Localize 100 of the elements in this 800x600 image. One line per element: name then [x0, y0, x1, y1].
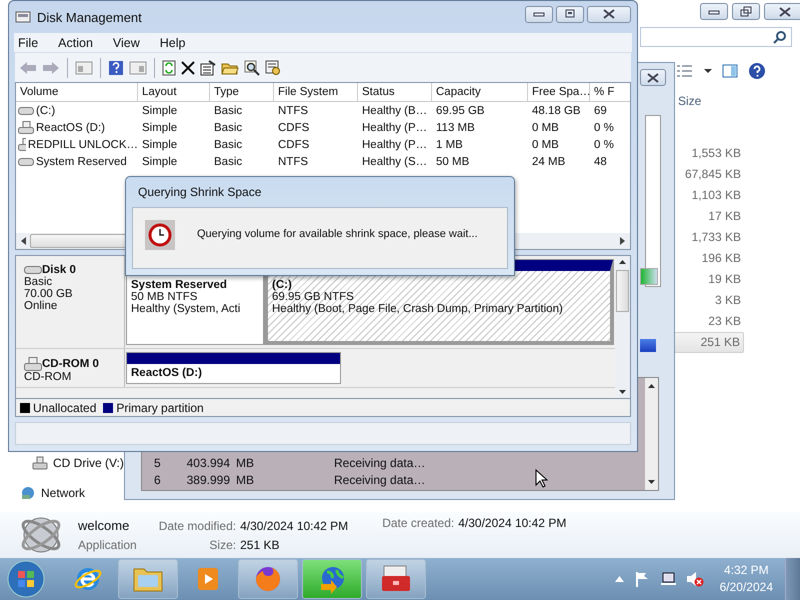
column-header[interactable]: Volume	[16, 83, 138, 101]
drive-icon	[32, 456, 48, 470]
scroll-up-icon[interactable]	[619, 260, 626, 264]
settings-icon[interactable]	[265, 60, 281, 76]
disk-detail: Online	[24, 300, 58, 312]
scroll-right-icon[interactable]	[620, 237, 625, 245]
table-cell: 48.18 GB	[532, 104, 581, 116]
view-list-icon[interactable]	[676, 64, 694, 78]
preview-pane-icon[interactable]	[722, 64, 738, 78]
taskbar-button[interactable]	[302, 559, 362, 599]
column-header[interactable]: Layout	[138, 83, 210, 101]
partition-size: 50 MB NTFS	[131, 291, 198, 303]
search-field[interactable]	[640, 27, 792, 47]
dropdown-arrow-icon[interactable]	[704, 68, 712, 74]
clock-date: 6/20/2024	[720, 579, 773, 596]
table-cell: Simple	[142, 104, 178, 116]
header-bar	[640, 339, 656, 352]
refresh-icon[interactable]	[162, 60, 176, 76]
delete-icon[interactable]	[181, 60, 195, 74]
column-header[interactable]: Type	[210, 83, 274, 101]
minimize-button[interactable]	[525, 6, 553, 22]
column-header[interactable]: Size	[676, 94, 704, 108]
scroll-thumb[interactable]	[616, 270, 629, 312]
column-header[interactable]: Free Spa…	[528, 83, 590, 101]
menu-item[interactable]: Help	[160, 36, 186, 50]
partition-name: ReactOS (D:)	[131, 367, 203, 379]
close-button[interactable]	[587, 6, 631, 22]
help-icon[interactable]	[108, 60, 124, 76]
scroll-down-icon[interactable]	[619, 390, 626, 394]
start-button[interactable]	[6, 559, 46, 599]
flag-icon[interactable]	[634, 571, 650, 587]
table-cell: 50 MB	[436, 156, 470, 168]
disk-name: Disk 0	[42, 264, 76, 276]
disk-detail: Basic	[24, 276, 54, 288]
table-cell: ReactOS (D:)	[36, 122, 106, 134]
column-header[interactable]: Status	[358, 83, 432, 101]
nav-item[interactable]: CD Drive (V:)	[32, 456, 124, 470]
disk-drive-icon	[18, 106, 34, 114]
table-cell: Healthy (P…	[362, 122, 428, 134]
partition-name: (C:)	[272, 279, 293, 291]
legend-label: Unallocated	[33, 400, 96, 414]
disk-management-icon	[15, 10, 31, 24]
size-unit: MB	[236, 456, 255, 470]
speaker-muted-icon[interactable]	[686, 571, 704, 587]
disk-drive-icon	[24, 266, 42, 274]
download-status: Receiving data…	[334, 472, 426, 486]
menu-item[interactable]: View	[112, 36, 140, 50]
maximize-button[interactable]	[556, 6, 584, 22]
file-size: 19 KB	[707, 271, 742, 288]
row-number: 6	[154, 472, 162, 486]
show-hidden-icons[interactable]	[614, 576, 624, 582]
table-cell: Healthy (P…	[362, 138, 428, 150]
cursor-icon	[535, 469, 548, 488]
restore-button[interactable]	[732, 3, 760, 20]
taskbar-button[interactable]	[238, 559, 298, 599]
menu-item[interactable]: Action	[58, 36, 93, 50]
table-cell: 48	[594, 156, 607, 168]
nav-item[interactable]: Network	[20, 486, 86, 500]
disk-detail: 70.00 GB	[24, 288, 74, 300]
table-cell: System Reserved	[36, 156, 127, 168]
table-cell: 113 MB	[436, 122, 475, 134]
close-button[interactable]	[764, 3, 800, 20]
table-cell: Simple	[142, 156, 178, 168]
disk-name: CD-ROM 0	[42, 358, 99, 370]
partition-size: 69.95 GB NTFS	[272, 291, 355, 303]
table-cell: (C:)	[36, 104, 56, 116]
table-cell: 24 MB	[532, 156, 566, 168]
search-icon[interactable]	[244, 60, 260, 76]
column-header[interactable]: % F	[590, 83, 622, 101]
scroll-up-icon[interactable]	[648, 384, 655, 388]
column-header[interactable]: File System	[274, 83, 358, 101]
close-icon	[602, 9, 616, 19]
help-icon[interactable]	[748, 62, 766, 80]
field-value: 251 KB	[240, 538, 280, 552]
field-label: Date modified:	[158, 518, 236, 532]
console-tree-icon[interactable]	[75, 60, 93, 74]
taskbar-button[interactable]	[366, 559, 426, 599]
close-button[interactable]	[640, 69, 666, 86]
partition-block[interactable]: ReactOS (D:)	[127, 353, 340, 383]
disk-detail: CD-ROM	[24, 371, 72, 383]
properties-icon[interactable]	[200, 60, 216, 76]
action-pane-icon[interactable]	[129, 60, 147, 74]
file-size: 67,845 KB	[684, 166, 742, 183]
open-folder-icon[interactable]	[221, 60, 239, 74]
clock-time: 4:32 PM	[724, 562, 769, 579]
close-icon	[778, 6, 792, 16]
column-header[interactable]: Capacity	[432, 83, 528, 101]
scroll-down-icon[interactable]	[648, 480, 655, 484]
taskbar-button[interactable]	[118, 559, 178, 599]
table-cell: REDPILL UNLOCK…	[28, 138, 138, 150]
minimize-button[interactable]	[700, 3, 728, 20]
disk-drive-icon	[18, 158, 34, 166]
table-cell: Basic	[214, 156, 242, 168]
cd-drive-icon	[24, 357, 42, 371]
scroll-left-icon[interactable]	[21, 237, 26, 245]
window-title: Disk Management	[37, 10, 142, 24]
scrollbar[interactable]	[645, 378, 658, 490]
vertical-scrollbar[interactable]	[615, 256, 630, 398]
network-icon[interactable]	[660, 571, 676, 587]
menu-item[interactable]: File	[18, 36, 38, 50]
